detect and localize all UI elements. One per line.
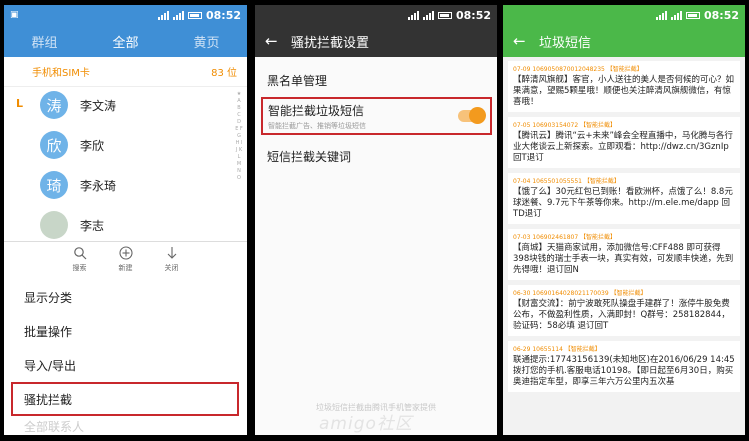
message-list: 07-09 1069050870012048235 【智能拦截】 【醉清风旗舰】… bbox=[503, 57, 745, 392]
message-body: 联通提示:17743156139(未知地区)在2016/06/29 14:45拨… bbox=[513, 355, 735, 387]
contact-list: L 涛 李文涛 欣 李欣 琦 李永琦 李志 ★ A B C D E F G H … bbox=[4, 87, 247, 239]
list-item[interactable]: 07-03 106902461807 【智能拦截】 【商城】天猫商家试用，添加微… bbox=[508, 229, 740, 280]
sim-label: 手机和SIM卡 bbox=[32, 68, 90, 79]
message-meta: 07-03 106902461807 【智能拦截】 bbox=[513, 234, 617, 241]
contacts-screen: ▣ 08:52 群组 全部 黄页 手机和SIM卡 83 位 L 涛 李文涛 欣 … bbox=[4, 5, 247, 435]
tab-all[interactable]: 全部 bbox=[112, 32, 138, 51]
section-letter: L bbox=[16, 97, 24, 110]
clock: 08:52 bbox=[205, 8, 241, 22]
list-item[interactable]: 琦 李永琦 bbox=[40, 171, 116, 199]
options-sheet: 搜索 新建 关闭 显示分类 批量操作 导入/导出 骚扰拦截 全部联系人 bbox=[4, 241, 247, 435]
blacklist-item[interactable]: 黑名单管理 bbox=[255, 65, 497, 95]
search-action[interactable]: 搜索 bbox=[73, 246, 87, 280]
signal-2-icon bbox=[670, 10, 682, 20]
contact-name: 李志 bbox=[80, 218, 105, 233]
tab-groups[interactable]: 群组 bbox=[31, 32, 57, 51]
image-notification-icon: ▣ bbox=[10, 10, 19, 20]
block-settings-screen: 08:52 ← 骚扰拦截设置 黑名单管理 智能拦截垃圾短信 智能拦截广告、推销等… bbox=[255, 5, 497, 435]
battery-icon bbox=[187, 11, 202, 19]
battery-icon bbox=[685, 11, 700, 19]
avatar bbox=[40, 211, 68, 239]
sheet-actions: 搜索 新建 关闭 bbox=[4, 242, 247, 280]
list-item[interactable]: 07-05 106903154072 【智能拦截】 【腾讯云】腾讯“云+未来”峰… bbox=[508, 117, 740, 168]
action-label: 关闭 bbox=[164, 264, 179, 272]
signal-2-icon bbox=[172, 10, 184, 20]
clock: 08:52 bbox=[455, 8, 491, 22]
list-item[interactable]: 06-30 10690164028021170039 【智能拦截】 【财富交流】… bbox=[508, 285, 740, 336]
menu-harassment-block[interactable]: 骚扰拦截 bbox=[11, 382, 239, 416]
close-action[interactable]: 关闭 bbox=[165, 246, 179, 280]
avatar: 琦 bbox=[40, 171, 68, 199]
page-title: 骚扰拦截设置 bbox=[291, 35, 370, 51]
smart-block-item[interactable]: 智能拦截垃圾短信 智能拦截广告、推销等垃圾短信 bbox=[261, 97, 492, 135]
alphabet-index[interactable]: ★ A B C D E F G H I J K L M N O bbox=[235, 91, 243, 182]
back-arrow-icon[interactable]: ← bbox=[513, 32, 539, 50]
message-body: 【饿了么】30元红包已到账！看欧洲杯，点饿了么！8.8元球迷餐、9.7元下午茶等… bbox=[513, 187, 733, 219]
message-body: 【商城】天猫商家试用，添加微信号:CFF488 即可获得398块钱的瑞士手表一块… bbox=[513, 243, 734, 275]
avatar: 涛 bbox=[40, 91, 68, 119]
menu-show-categories[interactable]: 显示分类 bbox=[4, 280, 247, 314]
clock: 08:52 bbox=[703, 8, 739, 22]
page-title: 垃圾短信 bbox=[539, 35, 592, 51]
back-arrow-icon[interactable]: ← bbox=[265, 32, 291, 50]
signal-2-icon bbox=[422, 10, 434, 20]
app-bar: ← 垃圾短信 bbox=[503, 25, 745, 57]
contact-name: 李永琦 bbox=[80, 178, 117, 193]
menu-all-contacts[interactable]: 全部联系人 bbox=[4, 416, 247, 435]
message-body: 【腾讯云】腾讯“云+未来”峰会全程直播中，马化腾与各行业大佬谈云上新探索。立即观… bbox=[513, 131, 733, 163]
new-action[interactable]: 新建 bbox=[119, 246, 133, 280]
arrow-down-icon bbox=[167, 247, 176, 259]
signal-icon bbox=[655, 10, 667, 20]
list-item[interactable]: 06-29 10655114 【智能拦截】 联通提示:17743156139(未… bbox=[508, 341, 740, 392]
message-meta: 06-29 10655114 【智能拦截】 bbox=[513, 346, 601, 353]
message-body: 【财富交流】：前宁波敢死队操盘手建群了！涨停牛股免费公布，不做盈利性质，入满即封… bbox=[513, 299, 730, 331]
smart-block-subtitle: 智能拦截广告、推销等垃圾短信 bbox=[268, 121, 366, 130]
smart-block-title: 智能拦截垃圾短信 bbox=[268, 103, 365, 118]
smart-block-toggle[interactable] bbox=[458, 107, 486, 124]
status-bar: 08:52 bbox=[503, 5, 745, 25]
menu-batch-operation[interactable]: 批量操作 bbox=[4, 314, 247, 348]
contact-tabs: 群组 全部 黄页 bbox=[4, 25, 247, 57]
contact-count: 83 位 bbox=[211, 68, 237, 79]
app-bar: ← 骚扰拦截设置 bbox=[255, 25, 497, 57]
menu-import-export[interactable]: 导入/导出 bbox=[4, 348, 247, 382]
list-item[interactable]: 07-04 1065501055551 【智能拦截】 【饿了么】30元红包已到账… bbox=[508, 173, 740, 224]
tab-yellow-pages[interactable]: 黄页 bbox=[193, 32, 219, 51]
message-meta: 07-04 1065501055551 【智能拦截】 bbox=[513, 178, 620, 185]
action-label: 搜索 bbox=[72, 264, 87, 272]
list-item[interactable]: 涛 李文涛 bbox=[40, 91, 116, 119]
contact-name: 李欣 bbox=[80, 138, 105, 153]
keywords-item[interactable]: 短信拦截关键词 bbox=[255, 141, 497, 171]
message-meta: 07-09 1069050870012048235 【智能拦截】 bbox=[513, 66, 643, 73]
list-item[interactable]: 李志 bbox=[40, 211, 104, 239]
signal-icon bbox=[157, 10, 169, 20]
message-meta: 06-30 10690164028021170039 【智能拦截】 bbox=[513, 290, 647, 297]
contact-name: 李文涛 bbox=[80, 98, 117, 113]
sim-filter-row[interactable]: 手机和SIM卡 83 位 bbox=[4, 57, 247, 87]
message-body: 【醉清风旗舰】客官，小人送往的美人是否何候的可心？如果满意，望赐5颗星哦！顺便也… bbox=[513, 75, 735, 107]
status-bar: ▣ 08:52 bbox=[4, 5, 247, 25]
action-label: 新建 bbox=[118, 264, 133, 272]
message-meta: 07-05 106903154072 【智能拦截】 bbox=[513, 122, 617, 129]
watermark-logo: amigo社区 bbox=[319, 414, 413, 434]
search-icon bbox=[73, 247, 86, 260]
list-item[interactable]: 欣 李欣 bbox=[40, 131, 104, 159]
battery-icon bbox=[437, 11, 452, 19]
status-bar: 08:52 bbox=[255, 5, 497, 25]
avatar: 欣 bbox=[40, 131, 68, 159]
list-item[interactable]: 07-09 1069050870012048235 【智能拦截】 【醉清风旗舰】… bbox=[508, 61, 740, 112]
plus-circle-icon bbox=[118, 246, 133, 260]
spam-sms-screen: 08:52 ← 垃圾短信 07-09 1069050870012048235 【… bbox=[503, 5, 745, 435]
signal-icon bbox=[407, 10, 419, 20]
